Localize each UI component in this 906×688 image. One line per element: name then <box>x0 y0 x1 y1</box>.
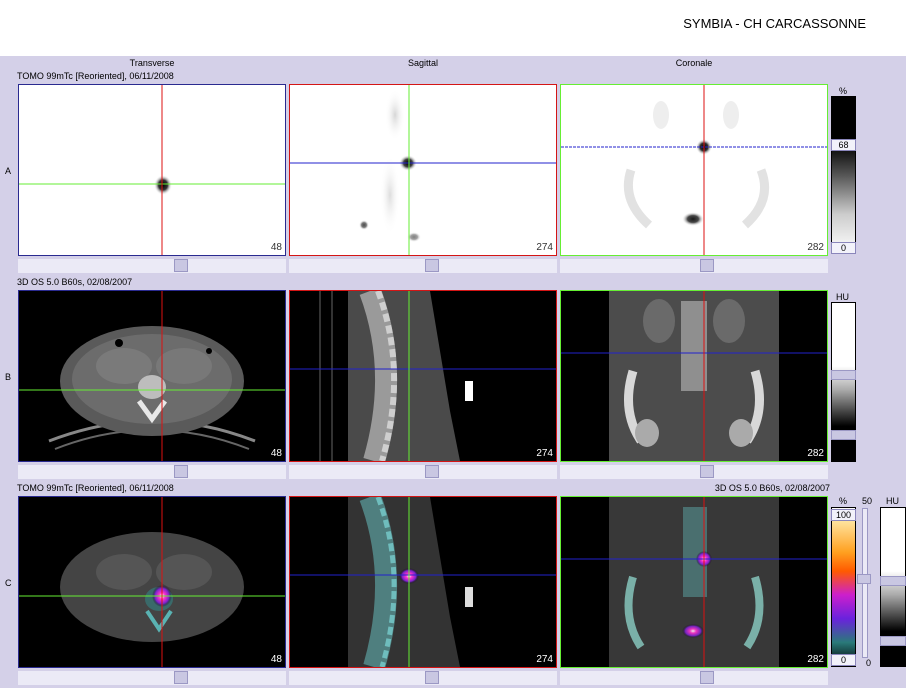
slice-number: 48 <box>270 654 282 665</box>
viewport-b-sagittal[interactable]: 274 <box>289 290 557 462</box>
viewport-c-sagittal[interactable]: 274 <box>289 496 557 668</box>
slider-thumb[interactable] <box>174 465 188 478</box>
colorbar-b-unit: HU <box>836 292 849 302</box>
slice-number: 282 <box>807 242 824 253</box>
blend-slider-min-label: 0 <box>866 658 872 668</box>
slice-slider-c-sagittal[interactable] <box>289 671 557 685</box>
slice-slider-b-coronal[interactable] <box>560 465 828 479</box>
colorbar-a-unit: % <box>839 86 848 96</box>
column-heading-coronal: Coronale <box>675 58 713 68</box>
colorbar-a-min-field[interactable]: 0 <box>831 242 856 254</box>
row-a-series-info: TOMO 99mTc [Reoriented], 06/11/2008 <box>17 71 174 81</box>
colorbar-c-max-field[interactable]: 100 <box>831 509 856 521</box>
slice-number: 282 <box>807 654 824 665</box>
slider-thumb[interactable] <box>700 671 714 684</box>
column-heading-sagittal: Sagittal <box>407 58 439 68</box>
slider-thumb[interactable] <box>174 671 188 684</box>
colorbar-c-ct-unit: HU <box>886 496 899 506</box>
viewport-b-coronal[interactable]: 282 <box>560 290 828 462</box>
viewport-a-sagittal[interactable]: 274 <box>289 84 557 256</box>
colorbar-b-lower-handle[interactable] <box>831 430 856 440</box>
slice-slider-c-transverse[interactable] <box>18 671 286 685</box>
colorbar-c-ct-lower-handle[interactable] <box>880 636 906 646</box>
viewport-b-transverse[interactable]: 48 <box>18 290 286 462</box>
row-b-series-info: 3D OS 5.0 B60s, 02/08/2007 <box>17 277 133 287</box>
row-letter-b: B <box>5 372 12 382</box>
colorbar-c-unit: % <box>839 496 848 506</box>
slice-number: 274 <box>536 242 553 253</box>
row-c-ct-series-info: 3D OS 5.0 B60s, 02/08/2007 <box>714 483 830 493</box>
title-bar: SYMBIA - CH CARCASSONNE <box>0 0 906 56</box>
row-letter-c: C <box>5 578 12 588</box>
row-letter-a: A <box>5 166 12 176</box>
viewport-c-coronal[interactable]: 282 <box>560 496 828 668</box>
slice-slider-b-sagittal[interactable] <box>289 465 557 479</box>
slice-number: 48 <box>270 242 282 253</box>
slider-thumb[interactable] <box>700 259 714 272</box>
slider-thumb[interactable] <box>174 259 188 272</box>
viewport-a-coronal[interactable]: 282 <box>560 84 828 256</box>
colorbar-c-ct-upper-handle[interactable] <box>880 576 906 586</box>
blend-slider-max-label: 50 <box>862 496 873 506</box>
slice-slider-a-transverse[interactable] <box>18 259 286 273</box>
colorbar-a[interactable] <box>831 96 856 254</box>
slice-number: 274 <box>536 654 553 665</box>
slice-number: 48 <box>270 448 282 459</box>
viewport-a-transverse[interactable]: 48 <box>18 84 286 256</box>
uptake-hotspot <box>154 175 172 195</box>
column-heading-transverse: Transverse <box>129 58 175 68</box>
colorbar-b-upper-handle[interactable] <box>831 370 856 380</box>
slice-number: 274 <box>536 448 553 459</box>
slider-thumb[interactable] <box>425 259 439 272</box>
slice-slider-a-sagittal[interactable] <box>289 259 557 273</box>
colorbar-a-max-field[interactable]: 68 <box>831 139 856 151</box>
institution-title: SYMBIA - CH CARCASSONNE <box>683 16 866 31</box>
slice-slider-c-coronal[interactable] <box>560 671 828 685</box>
slice-slider-a-coronal[interactable] <box>560 259 828 273</box>
slider-thumb[interactable] <box>700 465 714 478</box>
slider-thumb[interactable] <box>425 671 439 684</box>
row-c-series-info: TOMO 99mTc [Reoriented], 06/11/2008 <box>17 483 174 493</box>
colorbar-c-nm[interactable] <box>831 507 856 667</box>
slice-slider-b-transverse[interactable] <box>18 465 286 479</box>
colorbar-c-min-field[interactable]: 0 <box>831 654 856 666</box>
slice-number: 282 <box>807 448 824 459</box>
slider-thumb[interactable] <box>425 465 439 478</box>
blend-slider-thumb[interactable] <box>857 574 871 584</box>
viewport-c-transverse[interactable]: 48 <box>18 496 286 668</box>
